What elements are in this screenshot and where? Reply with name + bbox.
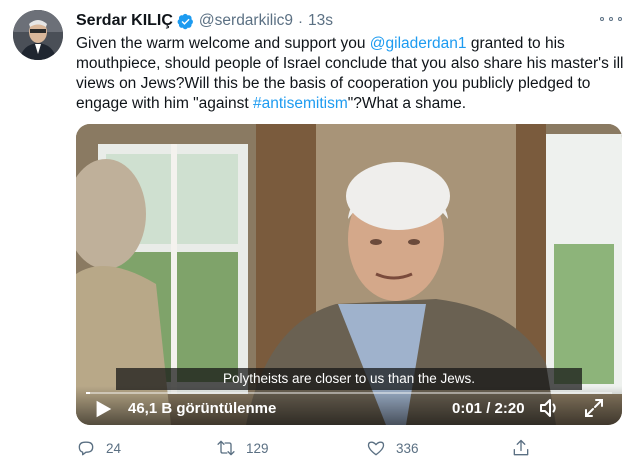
like-icon — [367, 441, 385, 456]
tweet-text: Given the warm welcome and support you @… — [76, 34, 628, 114]
avatar-image — [13, 10, 63, 60]
separator-dot: · — [298, 12, 304, 30]
timestamp[interactable]: 13s — [308, 12, 333, 30]
mention-link[interactable]: @giladerdan1 — [370, 35, 467, 52]
display-name[interactable]: Serdar KILIÇ — [76, 12, 173, 30]
volume-icon[interactable] — [538, 396, 562, 420]
more-icon[interactable] — [600, 10, 622, 28]
tweet-header: Serdar KILIÇ @serdarkilic9 · 13s — [76, 11, 333, 31]
hashtag-link[interactable]: #antisemitism — [253, 95, 348, 112]
verified-badge-icon — [177, 13, 193, 29]
tweet-text-part: Given the warm welcome and support you — [76, 35, 370, 52]
tweet[interactable]: Serdar KILIÇ @serdarkilic9 · 13s Given t… — [0, 0, 640, 468]
like-count: 336 — [396, 440, 419, 456]
handle[interactable]: @serdarkilic9 — [199, 12, 293, 30]
video-controls: 46,1 B görüntülenme 0:01 / 2:20 — [76, 386, 622, 425]
progress-fill — [86, 392, 90, 394]
share-icon — [513, 439, 529, 456]
fullscreen-icon[interactable] — [582, 396, 606, 420]
share-button[interactable] — [511, 437, 531, 459]
timecode: 0:01 / 2:20 — [452, 400, 525, 417]
reply-count: 24 — [106, 440, 122, 456]
retweet-button[interactable]: 129 — [216, 437, 269, 459]
reply-icon — [78, 441, 94, 456]
video-player[interactable]: Polytheists are closer to us than the Je… — [76, 124, 622, 425]
avatar[interactable] — [13, 10, 63, 60]
retweet-count: 129 — [246, 440, 269, 456]
tweet-actions: 24 129 336 — [76, 437, 556, 459]
tweet-text-part: "?What a shame. — [347, 95, 467, 112]
reply-button[interactable]: 24 — [76, 437, 121, 459]
like-button[interactable]: 336 — [366, 437, 419, 459]
view-count: 46,1 B görüntülenme — [128, 400, 277, 417]
retweet-icon — [217, 440, 235, 456]
play-icon[interactable] — [92, 398, 114, 420]
progress-bar[interactable] — [86, 392, 612, 394]
